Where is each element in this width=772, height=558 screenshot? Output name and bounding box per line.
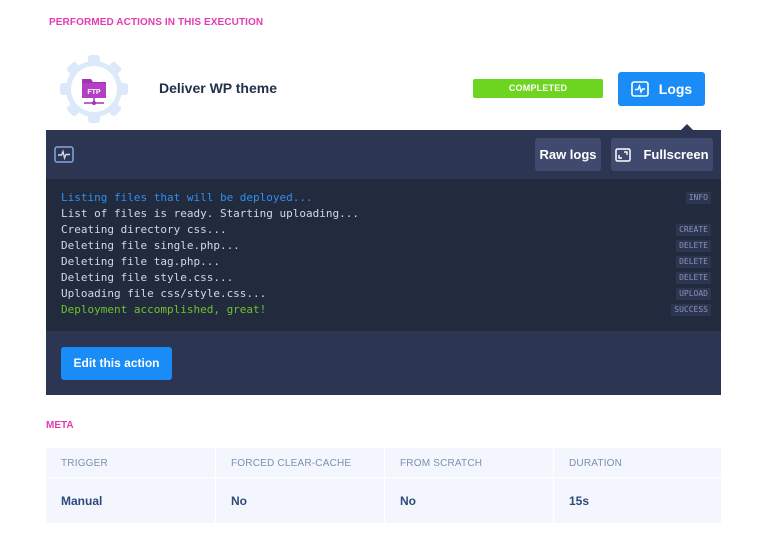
- log-tag: DELETE: [676, 272, 711, 284]
- log-line: Deleting file style.css... DELETE: [61, 270, 711, 286]
- logs-button[interactable]: Logs: [618, 72, 705, 106]
- logs-panel: Raw logs Fullscreen Listing files that w…: [46, 130, 721, 395]
- meta-value: No: [231, 494, 247, 508]
- log-line: Creating directory css... CREATE: [61, 222, 711, 238]
- log-text: Deleting file single.php...: [61, 239, 240, 252]
- meta-column-from-scratch: FROM SCRATCH No: [384, 448, 553, 523]
- activity-monitor-icon: [630, 81, 649, 97]
- meta-column-trigger: TRIGGER Manual: [46, 448, 215, 523]
- logs-button-label: Logs: [658, 81, 693, 97]
- log-text: Deployment accomplished, great!: [61, 303, 267, 316]
- meta-column-duration: DURATION 15s: [553, 448, 721, 523]
- log-line: Deleting file tag.php... DELETE: [61, 254, 711, 270]
- meta-value: 15s: [569, 494, 590, 508]
- meta-column-forced-clear-cache: FORCED CLEAR-CACHE No: [215, 448, 384, 523]
- meta-value: No: [400, 494, 416, 508]
- log-tag: UPLOAD: [676, 288, 711, 300]
- fullscreen-button-label: Fullscreen: [643, 147, 709, 162]
- meta-header: FORCED CLEAR-CACHE: [231, 458, 352, 469]
- fullscreen-button[interactable]: Fullscreen: [611, 138, 713, 171]
- status-badge: COMPLETED: [473, 79, 603, 98]
- log-tag: INFO: [685, 192, 711, 204]
- log-line: Deleting file single.php... DELETE: [61, 238, 711, 254]
- log-text: Deleting file tag.php...: [61, 255, 220, 268]
- log-tag: CREATE: [676, 224, 711, 236]
- meta-header: TRIGGER: [61, 458, 108, 469]
- action-header: FTP Deliver WP theme COMPLETED Logs: [46, 50, 721, 130]
- activity-monitor-icon: [54, 146, 74, 163]
- ftp-folder-icon: FTP: [60, 55, 128, 123]
- log-text: Uploading file css/style.css...: [61, 287, 267, 300]
- fullscreen-icon: [615, 147, 632, 162]
- log-line: Listing files that will be deployed... I…: [61, 190, 711, 206]
- meta-table: TRIGGER Manual FORCED CLEAR-CACHE No FRO…: [46, 448, 721, 523]
- log-console: Listing files that will be deployed... I…: [46, 179, 721, 331]
- log-text: Creating directory css...: [61, 223, 227, 236]
- action-name: Deliver WP theme: [159, 80, 278, 96]
- log-tag: DELETE: [676, 240, 711, 252]
- svg-text:FTP: FTP: [87, 89, 101, 96]
- log-tag: DELETE: [676, 256, 711, 268]
- log-line: List of files is ready. Starting uploadi…: [61, 206, 711, 222]
- meta-header: FROM SCRATCH: [400, 458, 483, 469]
- section-title: PERFORMED ACTIONS IN THIS EXECUTION: [49, 17, 264, 28]
- meta-value: Manual: [61, 494, 103, 508]
- raw-logs-button[interactable]: Raw logs: [535, 138, 601, 171]
- log-line: Deployment accomplished, great! SUCCESS: [61, 302, 711, 318]
- edit-action-button[interactable]: Edit this action: [61, 347, 172, 380]
- log-tag: SUCCESS: [671, 304, 711, 316]
- log-line: Uploading file css/style.css... UPLOAD: [61, 286, 711, 302]
- log-text: Deleting file style.css...: [61, 271, 234, 284]
- log-text: Listing files that will be deployed...: [61, 191, 313, 204]
- meta-header: DURATION: [569, 458, 623, 469]
- meta-title: META: [46, 420, 74, 431]
- logs-toolbar: Raw logs Fullscreen: [46, 130, 721, 179]
- log-text: List of files is ready. Starting uploadi…: [61, 207, 360, 220]
